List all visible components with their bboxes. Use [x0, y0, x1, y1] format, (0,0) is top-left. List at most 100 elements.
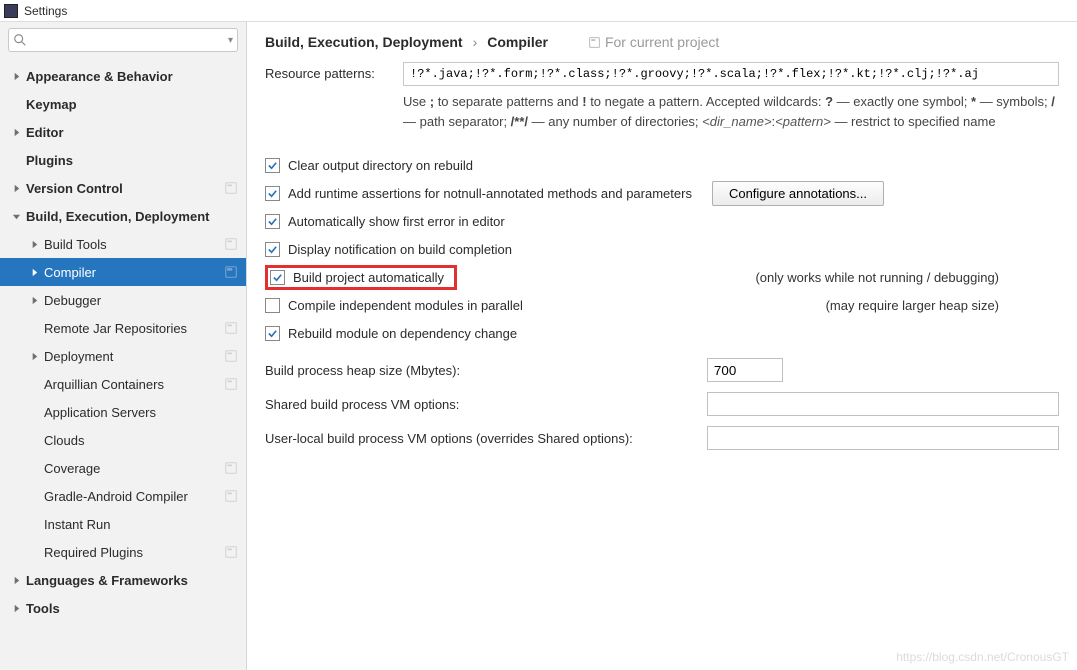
project-scope-icon [224, 545, 238, 559]
auto-show-error-label: Automatically show first error in editor [288, 214, 505, 229]
project-scope-icon [224, 265, 238, 279]
project-scope-icon [224, 181, 238, 195]
tree-item-remote-jar-repositories[interactable]: Remote Jar Repositories [0, 314, 246, 342]
tree-item-keymap[interactable]: Keymap [0, 90, 246, 118]
heap-size-input[interactable] [707, 358, 783, 382]
tree-item-build-execution-deployment[interactable]: Build, Execution, Deployment [0, 202, 246, 230]
chevron-down-icon[interactable]: ▾ [228, 35, 233, 46]
runtime-assertions-label: Add runtime assertions for notnull-annot… [288, 186, 692, 201]
tree-item-label: Build, Execution, Deployment [26, 209, 238, 224]
build-auto-highlight: Build project automatically [265, 265, 457, 290]
build-auto-label: Build project automatically [293, 270, 444, 285]
tree-item-languages-frameworks[interactable]: Languages & Frameworks [0, 566, 246, 594]
tree-item-tools[interactable]: Tools [0, 594, 246, 622]
project-scope-icon [224, 237, 238, 251]
settings-content: Build, Execution, Deployment › Compiler … [247, 22, 1077, 670]
tree-item-label: Plugins [26, 153, 238, 168]
window-title: Settings [24, 4, 67, 18]
parallel-label: Compile independent modules in parallel [288, 298, 523, 313]
chevron-right-icon [28, 266, 40, 278]
build-auto-checkbox[interactable] [270, 270, 285, 285]
tree-item-appearance-behavior[interactable]: Appearance & Behavior [0, 62, 246, 90]
shared-vm-label: Shared build process VM options: [265, 397, 695, 412]
chevron-right-icon [10, 182, 22, 194]
chevron-right-icon [28, 350, 40, 362]
search-icon [13, 33, 27, 47]
heap-size-label: Build process heap size (Mbytes): [265, 363, 695, 378]
chevron-right-icon [28, 238, 40, 250]
tree-item-editor[interactable]: Editor [0, 118, 246, 146]
tree-item-label: Debugger [44, 293, 238, 308]
tree-item-arquillian-containers[interactable]: Arquillian Containers [0, 370, 246, 398]
tree-item-clouds[interactable]: Clouds [0, 426, 246, 454]
resource-patterns-label: Resource patterns: [265, 62, 403, 81]
tree-item-deployment[interactable]: Deployment [0, 342, 246, 370]
tree-item-label: Arquillian Containers [44, 377, 220, 392]
clear-output-checkbox[interactable] [265, 158, 280, 173]
breadcrumb-root: Build, Execution, Deployment [265, 34, 463, 50]
chevron-down-icon [10, 210, 22, 222]
tree-item-required-plugins[interactable]: Required Plugins [0, 538, 246, 566]
tree-item-coverage[interactable]: Coverage [0, 454, 246, 482]
tree-item-label: Editor [26, 125, 238, 140]
shared-vm-input[interactable] [707, 392, 1059, 416]
breadcrumb-sep: › [473, 34, 478, 50]
clear-output-label: Clear output directory on rebuild [288, 158, 473, 173]
breadcrumb: Build, Execution, Deployment › Compiler … [247, 30, 1077, 62]
tree-item-label: Instant Run [44, 517, 238, 532]
chevron-right-icon [10, 602, 22, 614]
rebuild-dep-label: Rebuild module on dependency change [288, 326, 517, 341]
tree-item-label: Gradle-Android Compiler [44, 489, 220, 504]
tree-item-label: Keymap [26, 97, 238, 112]
tree-item-gradle-android-compiler[interactable]: Gradle-Android Compiler [0, 482, 246, 510]
chevron-right-icon [10, 70, 22, 82]
for-current-project: For current project [588, 34, 719, 50]
project-scope-icon [224, 321, 238, 335]
resource-patterns-input[interactable] [403, 62, 1059, 86]
runtime-assertions-checkbox[interactable] [265, 186, 280, 201]
chevron-right-icon [28, 294, 40, 306]
tree-item-label: Required Plugins [44, 545, 220, 560]
settings-sidebar: ▾ Appearance & Behavior Keymap Editor Plugi… [0, 22, 247, 670]
project-scope-icon [224, 349, 238, 363]
tree-item-label: Compiler [44, 265, 220, 280]
tree-item-label: Remote Jar Repositories [44, 321, 220, 336]
search-box[interactable]: ▾ [8, 28, 238, 52]
tree-item-plugins[interactable]: Plugins [0, 146, 246, 174]
tree-item-label: Coverage [44, 461, 220, 476]
breadcrumb-page: Compiler [487, 34, 548, 50]
watermark: https://blog.csdn.net/CronousGT [896, 650, 1069, 664]
tree-item-debugger[interactable]: Debugger [0, 286, 246, 314]
parallel-note: (may require larger heap size) [826, 298, 1059, 313]
tree-item-version-control[interactable]: Version Control [0, 174, 246, 202]
rebuild-dep-checkbox[interactable] [265, 326, 280, 341]
user-vm-label: User-local build process VM options (ove… [265, 431, 695, 446]
tree-item-label: Languages & Frameworks [26, 573, 238, 588]
tree-item-instant-run[interactable]: Instant Run [0, 510, 246, 538]
project-scope-icon [224, 377, 238, 391]
search-input[interactable] [29, 33, 228, 47]
tree-item-build-tools[interactable]: Build Tools [0, 230, 246, 258]
app-icon [4, 4, 18, 18]
tree-item-label: Appearance & Behavior [26, 69, 238, 84]
parallel-checkbox[interactable] [265, 298, 280, 313]
tree-item-label: Build Tools [44, 237, 220, 252]
tree-item-compiler[interactable]: Compiler [0, 258, 246, 286]
configure-annotations-button[interactable]: Configure annotations... [712, 181, 884, 206]
display-notification-checkbox[interactable] [265, 242, 280, 257]
auto-show-error-checkbox[interactable] [265, 214, 280, 229]
titlebar: Settings [0, 0, 1077, 22]
resource-patterns-help: Use ; to separate patterns and ! to nega… [403, 92, 1059, 131]
tree-item-label: Clouds [44, 433, 238, 448]
user-vm-input[interactable] [707, 426, 1059, 450]
chevron-right-icon [10, 574, 22, 586]
settings-tree: Appearance & Behavior Keymap Editor Plugins… [0, 58, 246, 670]
chevron-right-icon [10, 126, 22, 138]
tree-item-application-servers[interactable]: Application Servers [0, 398, 246, 426]
tree-item-label: Tools [26, 601, 238, 616]
tree-item-label: Deployment [44, 349, 220, 364]
tree-item-label: Application Servers [44, 405, 238, 420]
project-scope-icon [224, 489, 238, 503]
project-scope-icon [224, 461, 238, 475]
build-auto-note: (only works while not running / debuggin… [755, 270, 1059, 285]
